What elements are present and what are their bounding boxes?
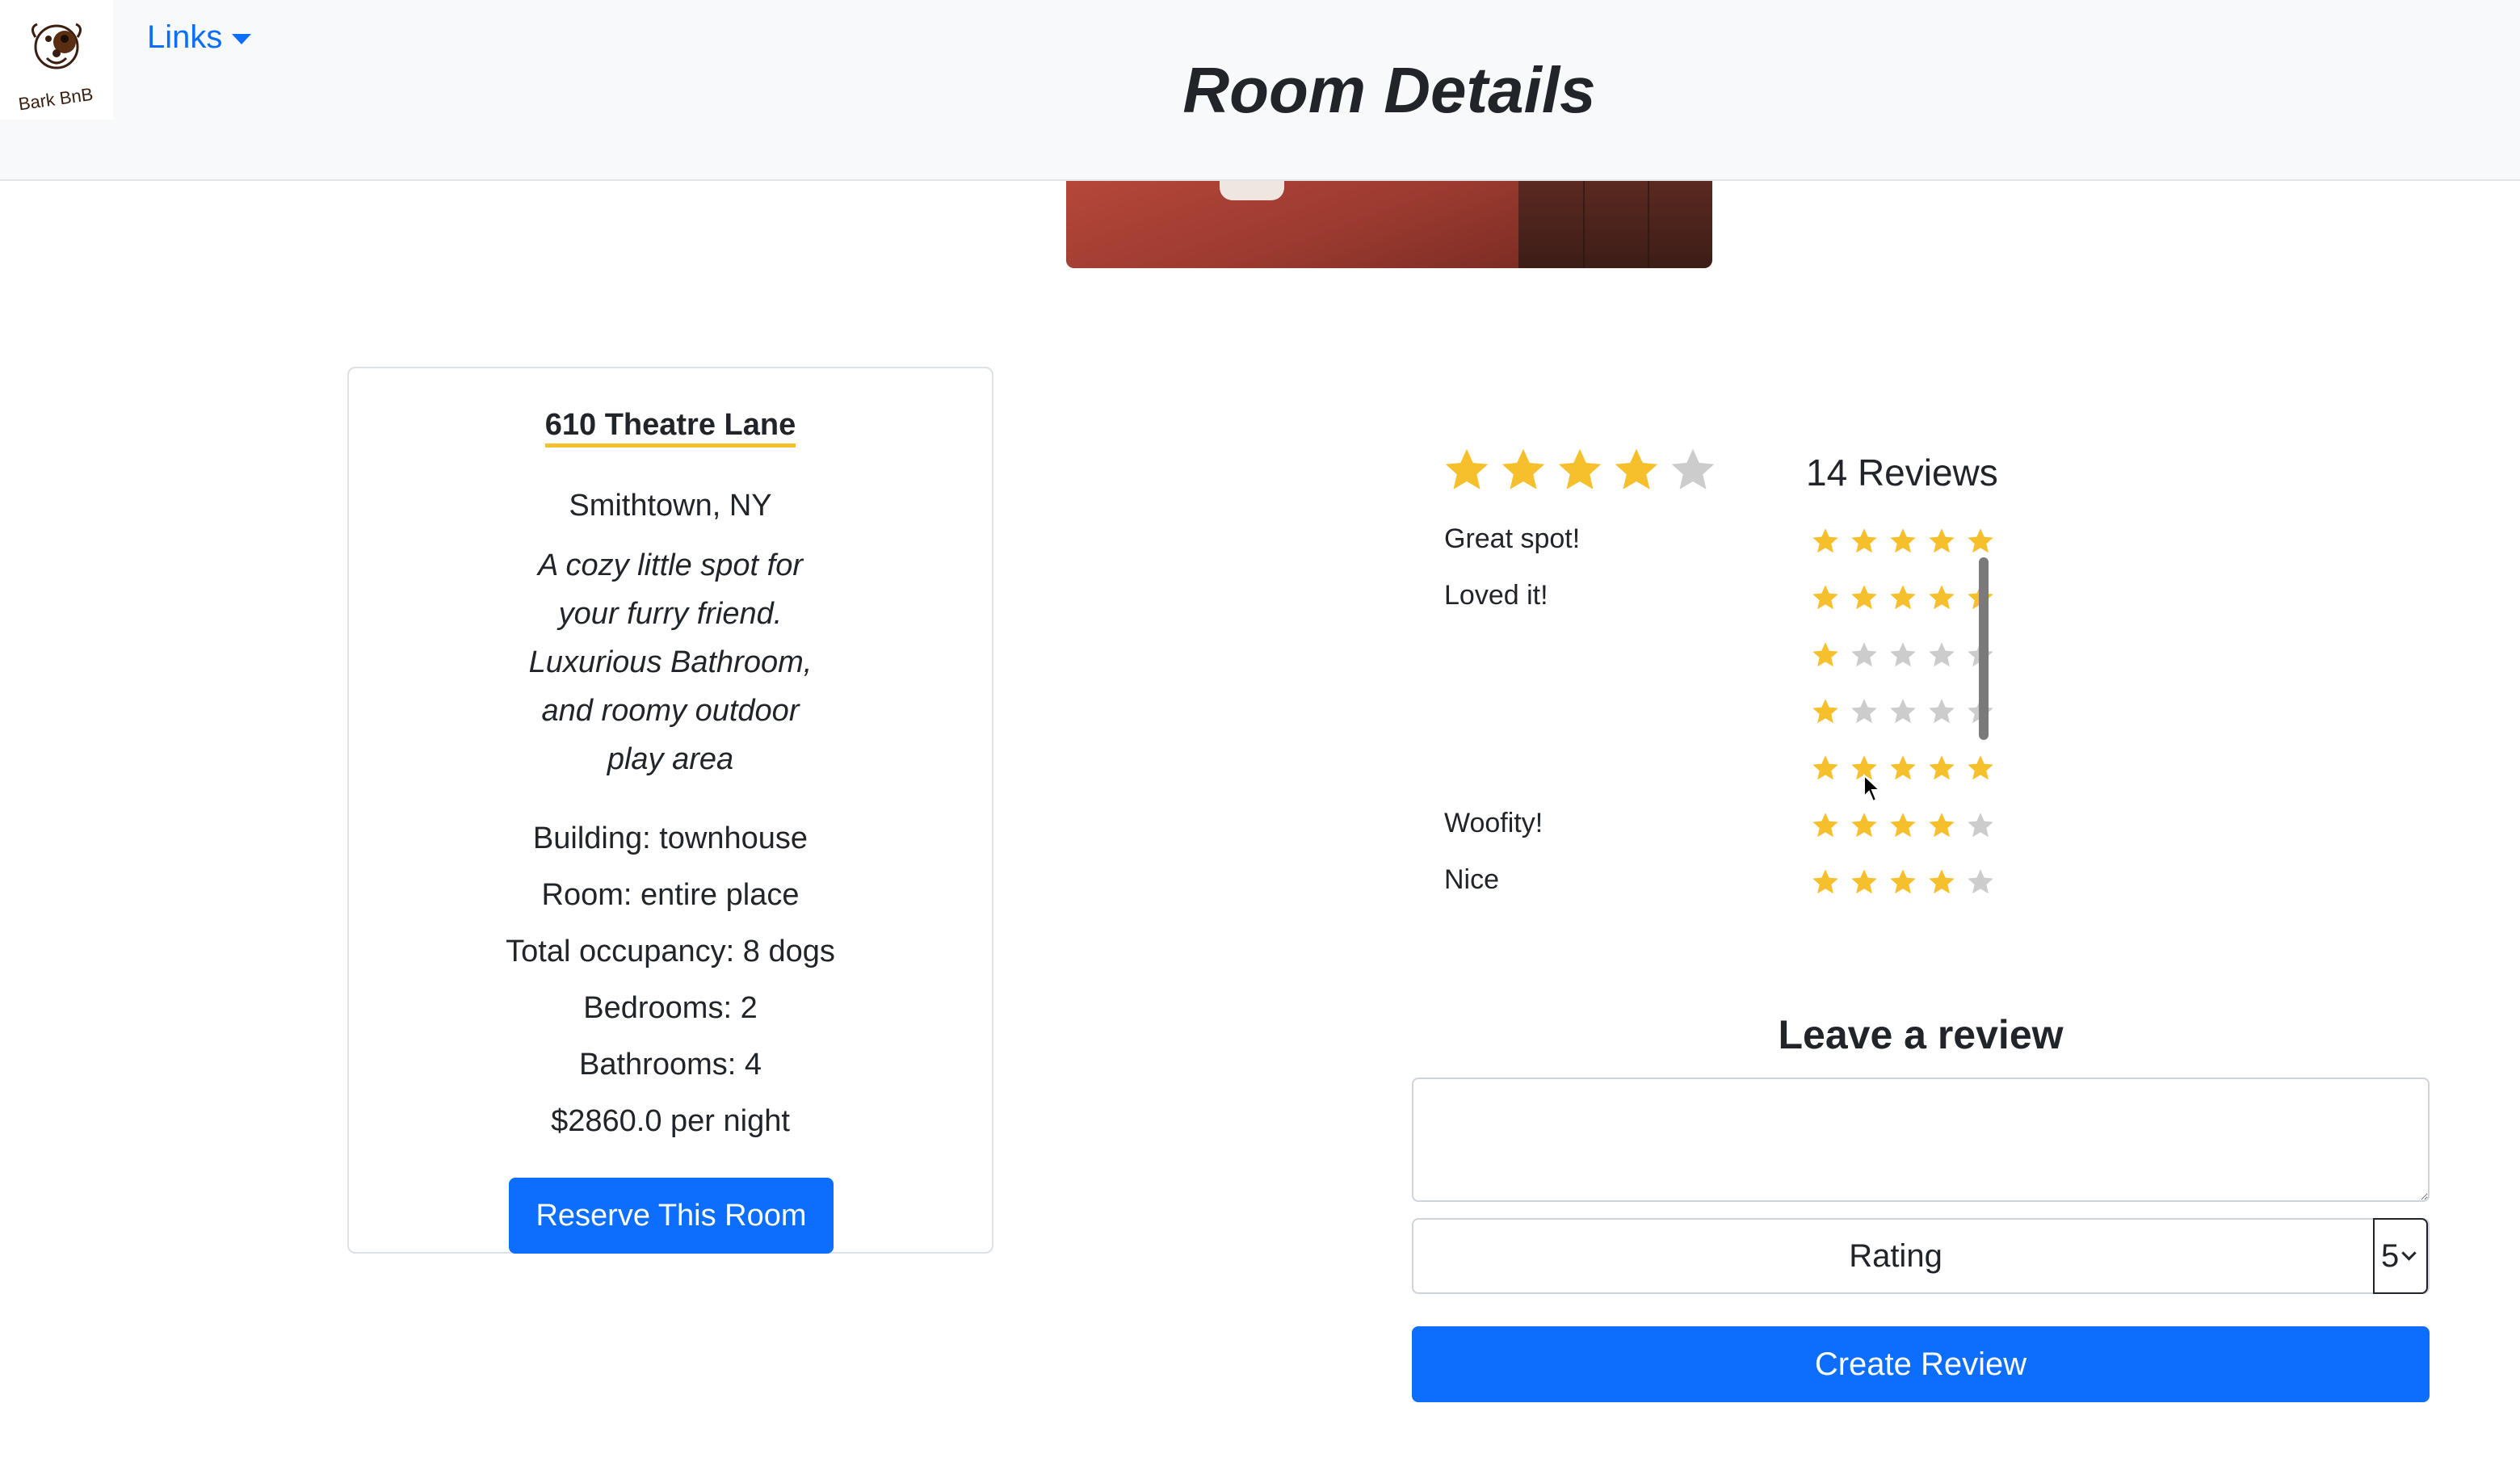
review-rating-stars [1811, 811, 1995, 840]
star-icon-filled [1968, 755, 1993, 780]
caret-down-icon [232, 34, 252, 44]
mouse-cursor-icon [1863, 774, 1882, 803]
leave-review-title: Leave a review [1778, 1012, 2064, 1057]
star-icon-filled [1615, 448, 1658, 489]
star-icon-filled [1851, 528, 1877, 553]
star-icon-empty [1968, 812, 1993, 837]
review-item: Nice [1443, 858, 2008, 897]
review-item: Woofity! [1443, 801, 2008, 853]
star-icon-filled [1890, 812, 1916, 837]
photo-floor-plank [1648, 181, 1649, 268]
review-text-input[interactable] [1412, 1078, 2430, 1202]
room-type: Room: entire place [541, 878, 800, 912]
star-icon-filled [1812, 528, 1838, 553]
review-rating-stars [1811, 583, 1995, 612]
star-icon-filled [1812, 869, 1838, 894]
room-price: $2860.0 per night [551, 1104, 790, 1138]
star-icon-empty [1890, 699, 1916, 724]
star-icon-filled [1968, 528, 1993, 553]
photo-floor-plank [1583, 181, 1585, 268]
average-rating-stars [1443, 446, 1717, 494]
star-icon-filled [1929, 585, 1955, 610]
photo-rug [1066, 181, 1518, 268]
star-icon-filled [1812, 699, 1838, 724]
star-icon-empty [1851, 641, 1877, 666]
star-icon-filled [1890, 585, 1916, 610]
star-icon-filled [1890, 528, 1916, 553]
star-icon-filled [1929, 812, 1955, 837]
review-list-scrollbar[interactable] [1979, 557, 1989, 740]
rating-label: Rating [1849, 1238, 1942, 1274]
room-info-card: 610 Theatre Lane Smithtown, NY A cozy li… [347, 367, 993, 1254]
star-icon-filled [1890, 755, 1916, 780]
star-icon-filled [1851, 585, 1877, 610]
review-item [1443, 744, 2008, 796]
links-label: Links [147, 19, 223, 55]
room-building: Building: townhouse [532, 821, 808, 855]
page-title: Room Details [1182, 54, 1596, 126]
star-icon-filled [1812, 585, 1838, 610]
star-icon-empty [1968, 869, 1993, 894]
star-icon-empty [1929, 699, 1955, 724]
chevron-down-icon [2401, 1245, 2417, 1261]
review-text: Nice [1444, 863, 1500, 895]
star-icon-filled [1502, 448, 1545, 489]
review-list[interactable]: Great spot! Loved it! Woofity! Nice [1443, 517, 2008, 897]
rating-select[interactable]: 5 [2373, 1218, 2428, 1294]
rating-select-value: 5 [2381, 1237, 2400, 1274]
review-count: 14 Reviews [1806, 452, 1998, 494]
star-icon-filled [1929, 869, 1955, 894]
star-icon-filled [1929, 528, 1955, 553]
room-bedrooms: Bedrooms: 2 [583, 991, 758, 1025]
star-icon-filled [1812, 755, 1838, 780]
review-item [1443, 687, 2008, 739]
navbar: Bark BnB Links Room Details [0, 0, 2520, 181]
room-description: A cozy little spot for your furry friend… [528, 548, 813, 776]
photo-paws [1220, 181, 1284, 200]
review-rating-stars [1811, 641, 1995, 670]
review-rating-stars [1811, 527, 1995, 556]
review-rating-stars [1811, 697, 1995, 726]
star-icon-filled [1812, 812, 1838, 837]
review-item: Great spot! [1443, 517, 2008, 569]
star-icon-empty [1671, 448, 1715, 489]
room-bathrooms: Bathrooms: 4 [579, 1048, 762, 1082]
room-address: 610 Theatre Lane [349, 401, 992, 449]
room-photo [1066, 181, 1712, 268]
star-icon-filled [1812, 641, 1838, 666]
reserve-room-button[interactable]: Reserve This Room [509, 1178, 834, 1254]
star-icon-filled [1890, 869, 1916, 894]
star-icon-empty [1890, 641, 1916, 666]
create-review-button[interactable]: Create Review [1412, 1326, 2430, 1402]
review-rating-stars [1811, 754, 1995, 783]
links-dropdown[interactable]: Links [147, 19, 252, 56]
star-icon-filled [1558, 448, 1602, 489]
review-text: Woofity! [1444, 807, 1544, 838]
room-city: Smithtown, NY [569, 489, 772, 523]
rating-input-group: Rating 5 [1412, 1218, 2430, 1294]
room-occupancy: Total occupancy: 8 dogs [506, 935, 835, 968]
review-text: Great spot! [1444, 523, 1581, 554]
star-icon-filled [1445, 448, 1489, 489]
star-icon-empty [1929, 641, 1955, 666]
review-text: Loved it! [1444, 580, 1548, 611]
review-item [1443, 631, 2008, 683]
review-item: Loved it! [1443, 573, 2008, 625]
star-icon-empty [1851, 699, 1877, 724]
star-icon-filled [1851, 869, 1877, 894]
star-icon-filled [1851, 812, 1877, 837]
star-icon-filled [1929, 755, 1955, 780]
review-rating-stars [1811, 868, 1995, 897]
